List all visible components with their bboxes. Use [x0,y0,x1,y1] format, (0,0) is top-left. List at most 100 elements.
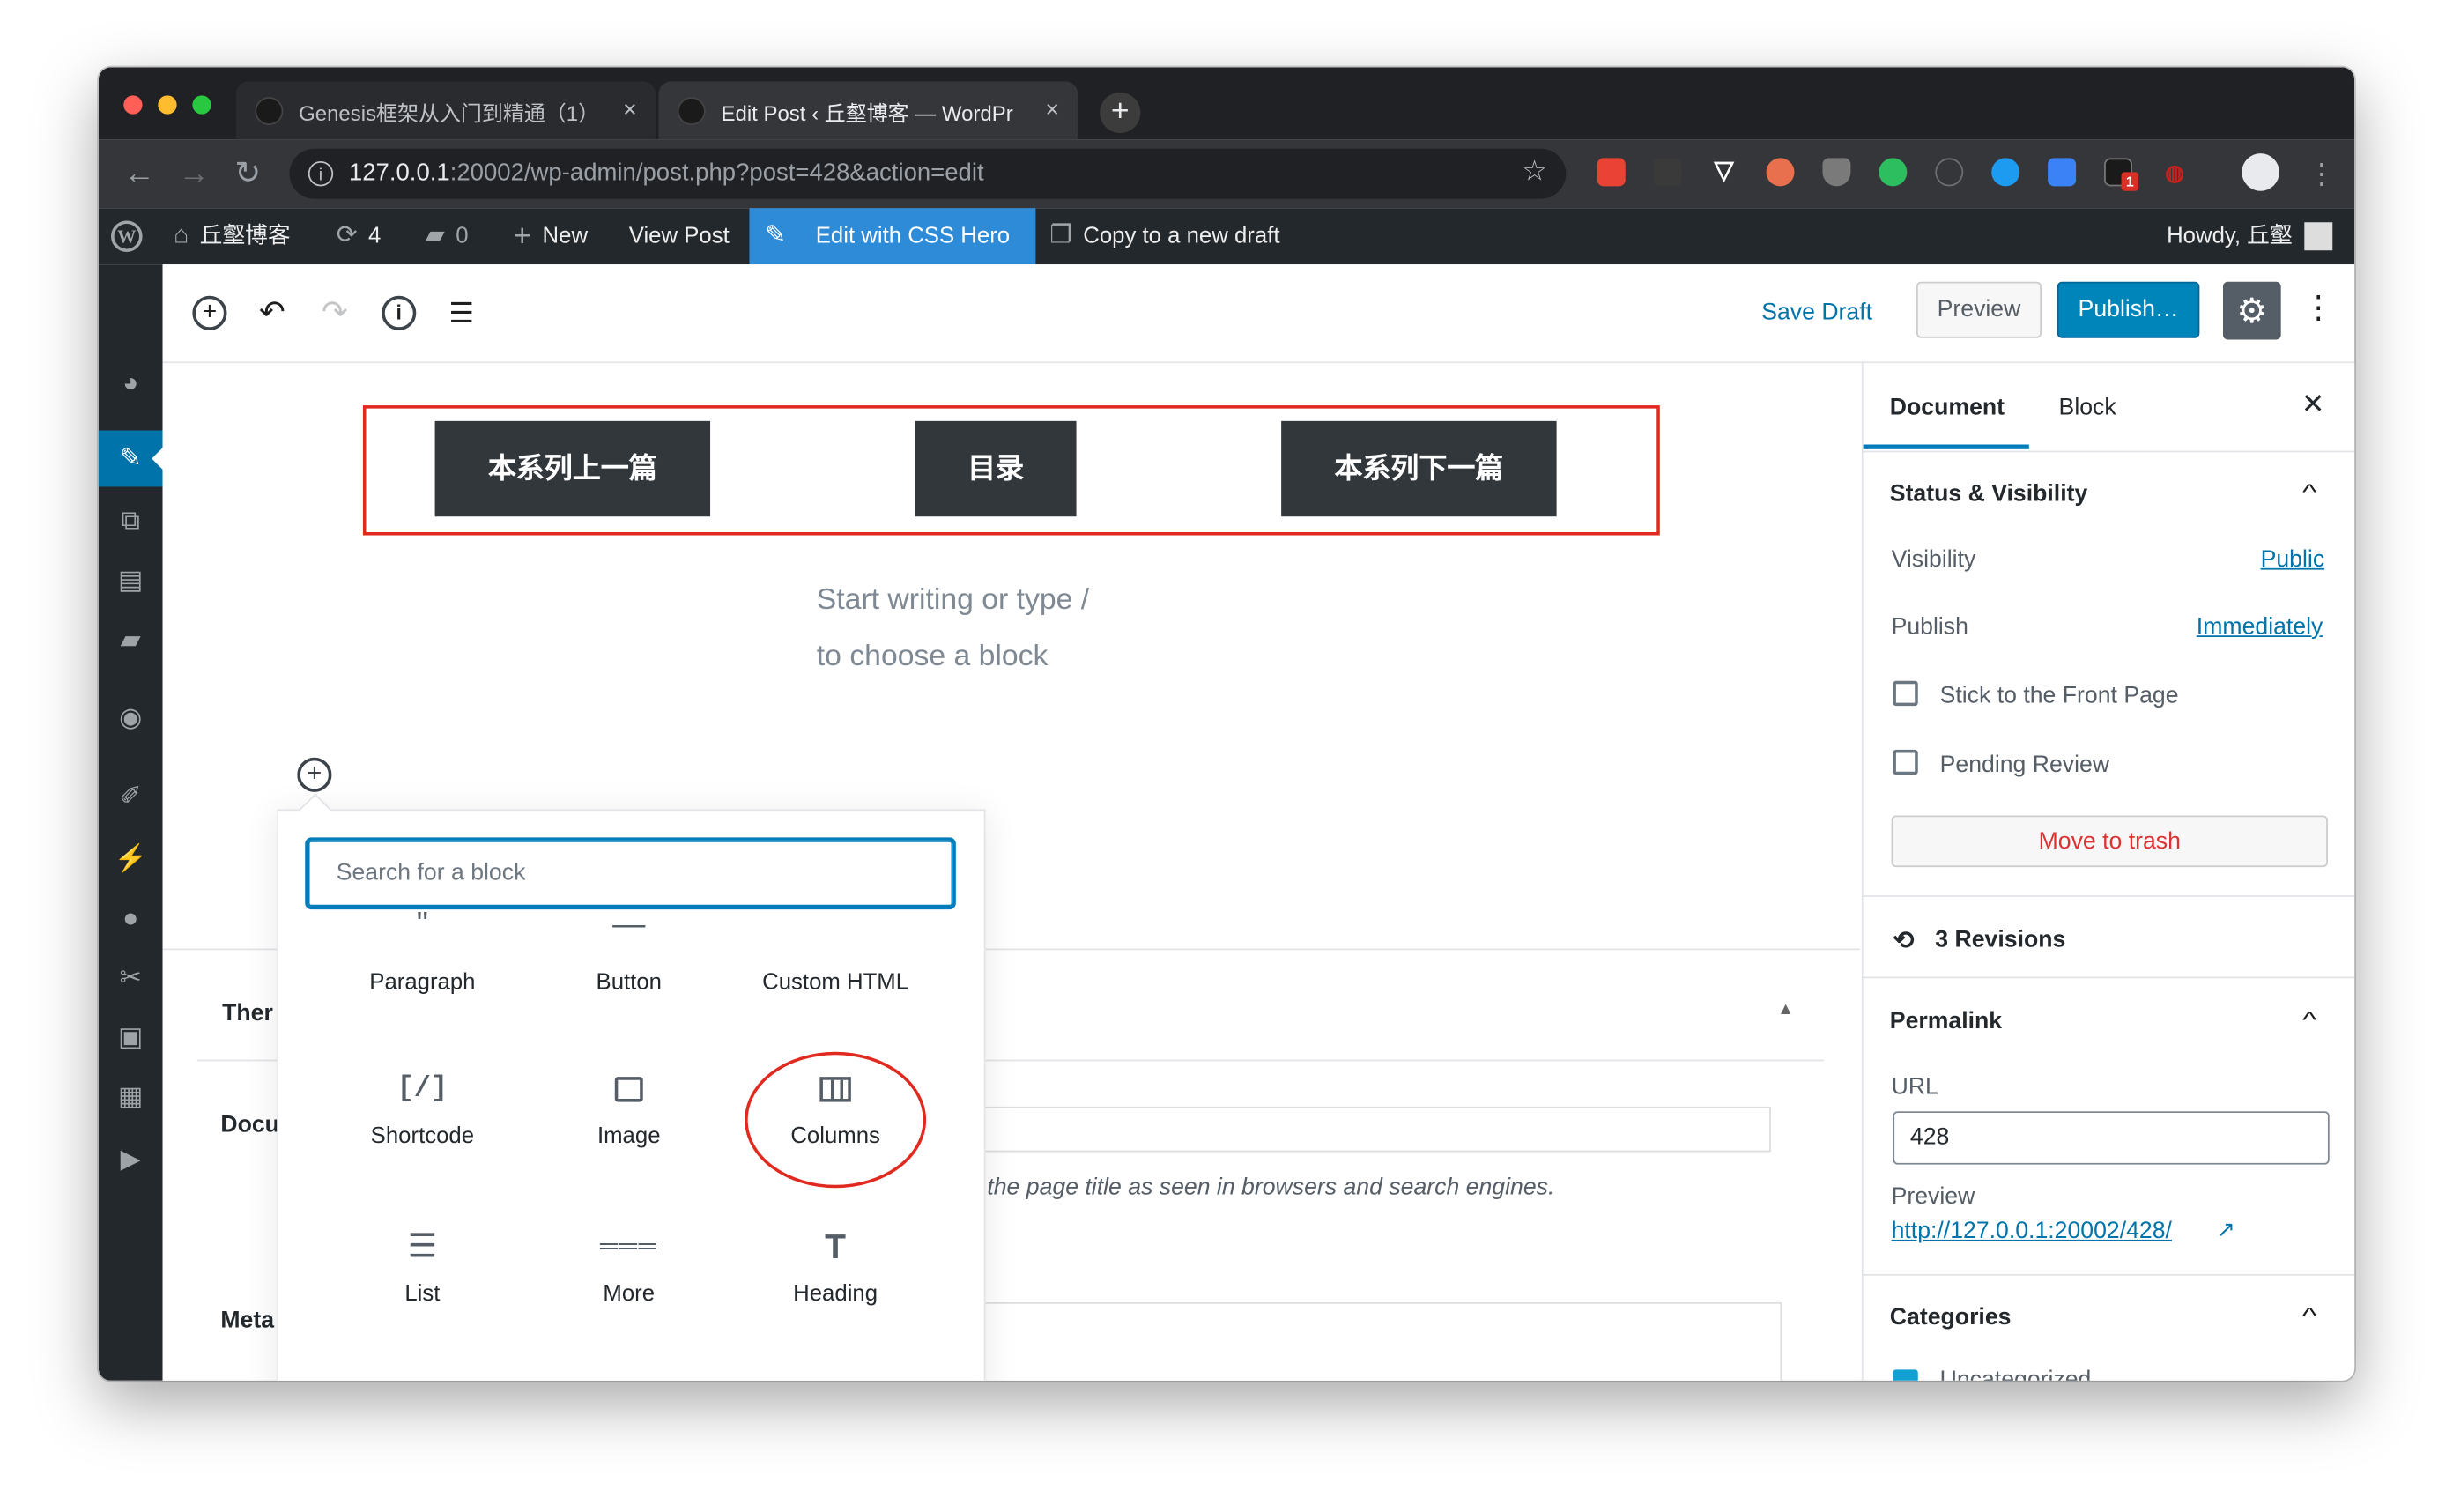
reload-icon[interactable]: ↻ [234,155,261,193]
category-checkbox[interactable] [1893,1369,1918,1381]
tab-close-icon[interactable]: × [623,97,637,123]
new-tab-button[interactable]: + [1100,92,1141,133]
block-button-button[interactable]: — Button [526,908,732,995]
users-icon[interactable]: ● [99,897,163,941]
pages-icon[interactable]: ▤ [99,559,163,603]
wp-admin-menu: ◕ ✎ ⧉ ▤ ▰ ◉ ✐ ⚡ ● ✂ ▣ ▦ ▶ [98,264,165,1381]
save-draft-button[interactable]: Save Draft [1761,299,1872,325]
block-custom-html-button[interactable]: Custom HTML [732,939,938,995]
extension-dark-icon[interactable] [1653,158,1682,187]
comment-icon: ▰ [425,222,445,249]
metabox-collapse-icon[interactable]: ▲ [1777,1000,1794,1019]
browser-tab-genesis[interactable]: Genesis框架从入门到精通（1） × [236,81,656,140]
chevron-up-icon[interactable]: ^ [2302,1006,2316,1031]
appearance-icon[interactable]: ✐ [99,775,163,819]
block-image-button[interactable]: Image [526,1064,732,1149]
block-paragraph-button[interactable]: " Paragraph [319,908,525,995]
url-label: URL [1891,1073,1938,1101]
inline-inserter-plus-icon[interactable]: + [297,757,332,792]
block-heading-button[interactable]: T Heading [732,1222,938,1308]
extension-ublock-icon[interactable] [1822,158,1851,187]
publish-button[interactable]: Publish… [2057,281,2200,338]
browser-tab-edit-post[interactable]: Edit Post ‹ 丘壑博客 — WordPr × [658,81,1078,140]
add-block-icon[interactable]: + [192,295,227,330]
block-navigation-icon[interactable]: ☰ [444,296,478,330]
new-content-link[interactable]: + New [513,208,588,264]
css-hero-link[interactable]: ✎ Edit with CSS Hero [749,208,1036,265]
button-icon: — [612,906,646,943]
meta-description-textarea[interactable] [975,1301,1782,1381]
prev-in-series-button[interactable]: 本系列上一篇 [434,420,711,517]
comments-icon[interactable]: ▰ [99,619,163,663]
close-sidebar-icon[interactable]: ✕ [2301,389,2325,421]
publish-date-link[interactable]: Immediately [2197,613,2323,640]
address-bar[interactable]: i 127.0.0.1:20002/wp-admin/post.php?post… [289,148,1567,199]
chevron-up-icon[interactable]: ^ [2302,479,2316,504]
status-visibility-title[interactable]: Status & Visibility [1890,480,2087,507]
view-post-link[interactable]: View Post [629,208,730,264]
block-search-input[interactable]: Search for a block [305,837,956,910]
site-name-link[interactable]: ⌂ 丘壑博客 [174,208,291,264]
settings-gear-icon[interactable]: ⚙ [2222,281,2281,340]
extension-notify-icon[interactable]: 1 [2104,158,2139,191]
placeholder-line: to choose a block [816,640,1049,673]
document-title-input[interactable] [975,1106,1771,1153]
media-icon[interactable]: ⧉ [99,500,163,544]
genesis-icon[interactable]: ◉ [99,696,163,740]
dashboard-icon[interactable]: ◕ [99,361,163,405]
tab-close-icon[interactable]: × [1045,97,1059,123]
wp-logo-icon[interactable]: W [111,208,143,264]
table-icon[interactable]: ▦ [99,1075,163,1119]
copy-draft-link[interactable]: ❐ Copy to a new draft [1049,208,1279,264]
updates-link[interactable]: ⟳ 4 [337,208,382,264]
site-info-icon[interactable]: i [308,160,334,187]
back-arrow-icon[interactable]: ← [123,155,155,193]
paragraph-placeholder[interactable]: Start writing or type / to choose a bloc… [817,573,1130,686]
more-options-icon[interactable]: ⋮ [2303,290,2335,328]
profile-avatar[interactable] [2242,153,2279,191]
settings-icon[interactable]: ▣ [99,1016,163,1060]
tab-block[interactable]: Block [2059,395,2116,421]
move-to-trash-button[interactable]: Move to trash [1891,815,2328,868]
toc-button[interactable]: 目录 [915,420,1077,517]
extension-record-icon[interactable] [1766,158,1795,187]
browser-menu-icon[interactable]: ⋮ [2308,155,2336,193]
tab-document[interactable]: Document [1890,395,2005,421]
content-info-icon[interactable]: i [382,295,417,330]
block-shortcode-button[interactable]: [/] Shortcode [319,1064,525,1149]
block-more-button[interactable]: ═══ More [526,1222,732,1307]
visibility-value-link[interactable]: Public [2261,546,2325,573]
howdy-account-link[interactable]: Howdy, 丘壑 [2167,208,2333,264]
bookmark-star-icon[interactable]: ☆ [1522,155,1547,188]
chevron-up-icon[interactable]: ^ [2302,1302,2316,1327]
undo-icon[interactable]: ↶ [255,296,289,330]
posts-pin-icon[interactable]: ✎ [98,430,165,487]
tools-icon[interactable]: ✂ [99,956,163,1000]
forward-arrow-icon[interactable]: → [178,155,210,193]
plugins-icon[interactable]: ⚡ [99,837,163,881]
url-slug-input[interactable]: 428 [1893,1111,2330,1165]
maximize-window-button[interactable] [192,95,211,115]
stick-front-page-checkbox[interactable] [1893,680,1918,707]
revisions-link[interactable]: 3 Revisions [1935,927,2065,953]
preview-button[interactable]: Preview [1916,281,2042,338]
extension-evernote-icon[interactable] [1879,158,1908,187]
visibility-label: Visibility [1891,545,1976,574]
extension-power-icon[interactable]: ◍ [2160,158,2189,186]
permalink-title[interactable]: Permalink [1890,1008,2002,1034]
extension-translate-icon[interactable] [1597,158,1626,187]
redo-icon[interactable]: ↷ [317,296,352,330]
categories-title[interactable]: Categories [1890,1304,2012,1330]
close-window-button[interactable] [123,95,143,115]
comments-link[interactable]: ▰ 0 [426,208,469,264]
next-in-series-button[interactable]: 本系列下一篇 [1281,420,1557,517]
extension-check-icon[interactable] [1991,158,2020,187]
pending-review-checkbox[interactable] [1893,749,1918,775]
minimize-window-button[interactable] [158,95,177,115]
play-icon[interactable]: ▶ [99,1138,163,1182]
block-list-button[interactable]: ☰ List [319,1222,525,1307]
extension-diamond-icon[interactable]: ▽ [1710,158,1738,186]
extension-info-icon[interactable] [1935,158,1964,187]
extension-fi-icon[interactable] [2048,158,2077,187]
preview-permalink-link[interactable]: http://127.0.0.1:20002/428/ [1892,1218,2172,1244]
